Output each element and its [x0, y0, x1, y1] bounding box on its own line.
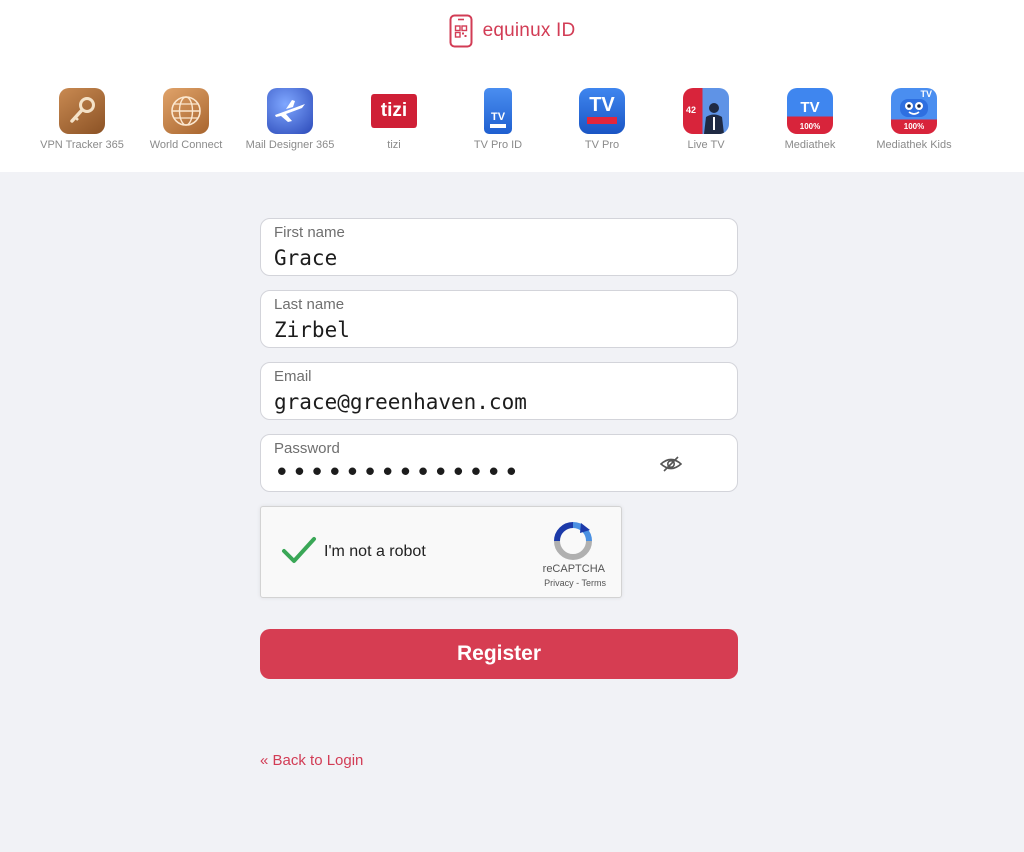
first-name-field[interactable]: First name [260, 218, 738, 276]
mediathek-kids-badge: 100% [903, 122, 925, 131]
last-name-input[interactable] [274, 316, 724, 344]
app-live-tv[interactable]: 42 Live TV [654, 88, 758, 151]
eye-slash-icon[interactable] [660, 455, 682, 473]
app-tv-pro[interactable]: TV TV Pro [550, 88, 654, 151]
app-label: Mediathek Kids [876, 139, 952, 151]
app-label: TV Pro ID [473, 139, 523, 151]
password-label: Password [274, 440, 340, 457]
app-label: Live TV [687, 139, 725, 151]
back-to-login-link[interactable]: « Back to Login [260, 752, 363, 769]
app-label: Mail Designer 365 [245, 139, 335, 151]
globe-icon [163, 88, 209, 134]
mediathek-kids-icon: TV 100% [891, 88, 937, 134]
app-world-connect[interactable]: World Connect [134, 88, 238, 151]
password-field[interactable]: Password •••••••••••••• [260, 434, 738, 492]
app-tizi[interactable]: tizi tizi [342, 88, 446, 151]
tv-pro-icon: TV [579, 88, 625, 134]
tizi-logo-icon: tizi [371, 88, 417, 134]
mediathek-icon: TV 100% [787, 88, 833, 134]
captcha-label: I'm not a robot [324, 543, 426, 560]
password-input[interactable]: •••••••••••••• [274, 460, 724, 486]
app-vpn-tracker[interactable]: VPN Tracker 365 [30, 88, 134, 151]
app-label: Mediathek [784, 139, 836, 151]
tv-pro-id-text: TV [490, 111, 506, 123]
app-mediathek-kids[interactable]: TV 100% Mediathek Kids [862, 88, 966, 151]
first-name-label: First name [274, 224, 345, 241]
mediathek-badge: 100% [799, 122, 821, 131]
app-mail-designer[interactable]: Mail Designer 365 [238, 88, 342, 151]
app-tv-pro-id[interactable]: TV TV Pro ID [446, 88, 550, 151]
phone-tv-icon: TV [475, 88, 521, 134]
key-icon [59, 88, 105, 134]
recaptcha-logo-icon [554, 522, 592, 560]
recaptcha-links[interactable]: Privacy - Terms [544, 578, 606, 588]
email-label: Email [274, 368, 312, 385]
register-button[interactable]: Register [260, 629, 738, 679]
app-label: VPN Tracker 365 [40, 139, 124, 151]
app-bar: VPN Tracker 365 World Connect Mail Desig… [30, 88, 990, 158]
app-label: World Connect [149, 139, 223, 151]
app-mediathek[interactable]: TV 100% Mediathek [758, 88, 862, 151]
brand[interactable]: equinux ID [0, 14, 1024, 48]
brand-title: equinux ID [482, 20, 576, 41]
mediathek-text: TV [800, 98, 820, 116]
last-name-field[interactable]: Last name [260, 290, 738, 348]
app-label: tizi [387, 139, 401, 151]
first-name-input[interactable] [274, 244, 724, 272]
equinux-id-icon [449, 14, 473, 48]
email-input[interactable] [274, 388, 724, 416]
last-name-label: Last name [274, 296, 345, 313]
tv-pro-text: TV [589, 93, 615, 116]
recaptcha-brand: reCAPTCHA [542, 563, 605, 575]
recaptcha-widget: I'm not a robot reCAPTCHA Privacy - Term… [260, 506, 622, 598]
tizi-logo-text: tizi [380, 100, 408, 121]
app-label: TV Pro [584, 139, 620, 151]
email-field[interactable]: Email [260, 362, 738, 420]
checkmark-icon[interactable] [281, 535, 317, 565]
header: equinux ID VPN Tracker 365 World Connect… [0, 0, 1024, 172]
live-tv-number: 42 [686, 105, 697, 115]
live-tv-icon: 42 [683, 88, 729, 134]
airplane-icon [267, 88, 313, 134]
